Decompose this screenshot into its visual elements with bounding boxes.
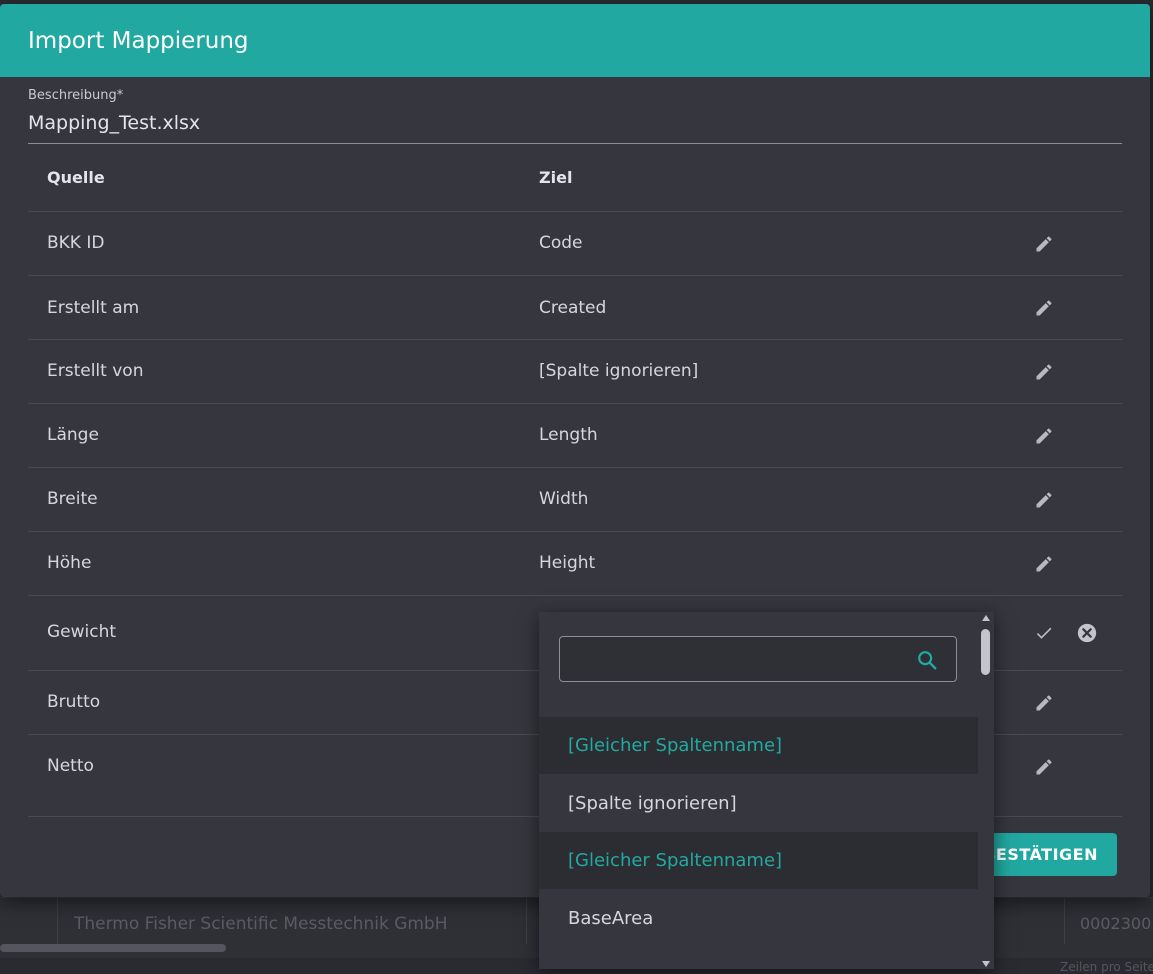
row-target: Height bbox=[539, 553, 596, 573]
background-company-name: Thermo Fisher Scientific Messtechnik Gmb… bbox=[74, 914, 448, 934]
background-horizontal-scrollbar[interactable] bbox=[0, 944, 226, 952]
dialog-title: Import Mappierung bbox=[28, 27, 249, 54]
row-source: Netto bbox=[47, 756, 94, 776]
target-dropdown-panel: [Gleicher Spaltenname] [Spalte ignoriere… bbox=[539, 612, 994, 969]
row-source: Breite bbox=[47, 489, 98, 509]
row-target: Code bbox=[539, 233, 583, 253]
check-icon[interactable] bbox=[1032, 621, 1056, 645]
row-source: Erstellt am bbox=[47, 298, 140, 318]
scroll-down-arrow-icon[interactable] bbox=[982, 961, 990, 967]
row-target: Length bbox=[539, 425, 598, 445]
dropdown-option[interactable]: [Gleicher Spaltenname] bbox=[539, 717, 978, 774]
edit-icon[interactable] bbox=[1032, 755, 1056, 779]
background-footer-text: Zeilen pro Seite bbox=[1060, 960, 1153, 974]
row-source: Höhe bbox=[47, 553, 92, 573]
row-source: Gewicht bbox=[47, 622, 117, 642]
table-row: BKK ID Code bbox=[28, 212, 1122, 276]
cancel-circle-icon[interactable] bbox=[1075, 621, 1099, 645]
dropdown-search-field[interactable] bbox=[559, 636, 957, 682]
edit-icon[interactable] bbox=[1032, 296, 1056, 320]
row-source: Länge bbox=[47, 425, 99, 445]
header-source: Quelle bbox=[47, 168, 105, 187]
table-row: Erstellt von [Spalte ignorieren] bbox=[28, 340, 1122, 404]
header-target: Ziel bbox=[539, 168, 573, 187]
edit-icon[interactable] bbox=[1032, 424, 1056, 448]
table-header: Quelle Ziel bbox=[28, 144, 1122, 212]
table-row: Erstellt am Created bbox=[28, 276, 1122, 340]
search-icon[interactable] bbox=[916, 649, 938, 675]
edit-icon[interactable] bbox=[1032, 488, 1056, 512]
dialog-header: Import Mappierung bbox=[0, 4, 1150, 77]
row-target: Width bbox=[539, 489, 589, 509]
edit-icon[interactable] bbox=[1032, 691, 1056, 715]
dropdown-option[interactable]: BaseArea bbox=[539, 890, 978, 947]
table-row: Breite Width bbox=[28, 468, 1122, 532]
description-label: Beschreibung* bbox=[28, 88, 124, 103]
row-target: [Spalte ignorieren] bbox=[539, 361, 699, 381]
row-source: BKK ID bbox=[47, 233, 105, 253]
edit-icon[interactable] bbox=[1032, 552, 1056, 576]
edit-icon[interactable] bbox=[1032, 232, 1056, 256]
dropdown-option[interactable]: [Gleicher Spaltenname] bbox=[539, 832, 978, 889]
scroll-up-arrow-icon[interactable] bbox=[982, 615, 990, 621]
description-input[interactable]: Mapping_Test.xlsx bbox=[28, 112, 200, 134]
dropdown-option[interactable]: [Spalte ignorieren] bbox=[539, 775, 978, 832]
dropdown-search-input[interactable] bbox=[570, 647, 904, 673]
table-row: Höhe Height bbox=[28, 532, 1122, 596]
description-field[interactable]: Beschreibung* Mapping_Test.xlsx bbox=[28, 87, 1122, 144]
row-source: Brutto bbox=[47, 692, 101, 712]
dropdown-scrollbar-thumb[interactable] bbox=[981, 629, 990, 675]
background-number: 0002300 bbox=[1080, 914, 1152, 933]
row-source: Erstellt von bbox=[47, 361, 144, 381]
row-target: Created bbox=[539, 298, 607, 318]
table-row: Länge Length bbox=[28, 404, 1122, 468]
edit-icon[interactable] bbox=[1032, 360, 1056, 384]
